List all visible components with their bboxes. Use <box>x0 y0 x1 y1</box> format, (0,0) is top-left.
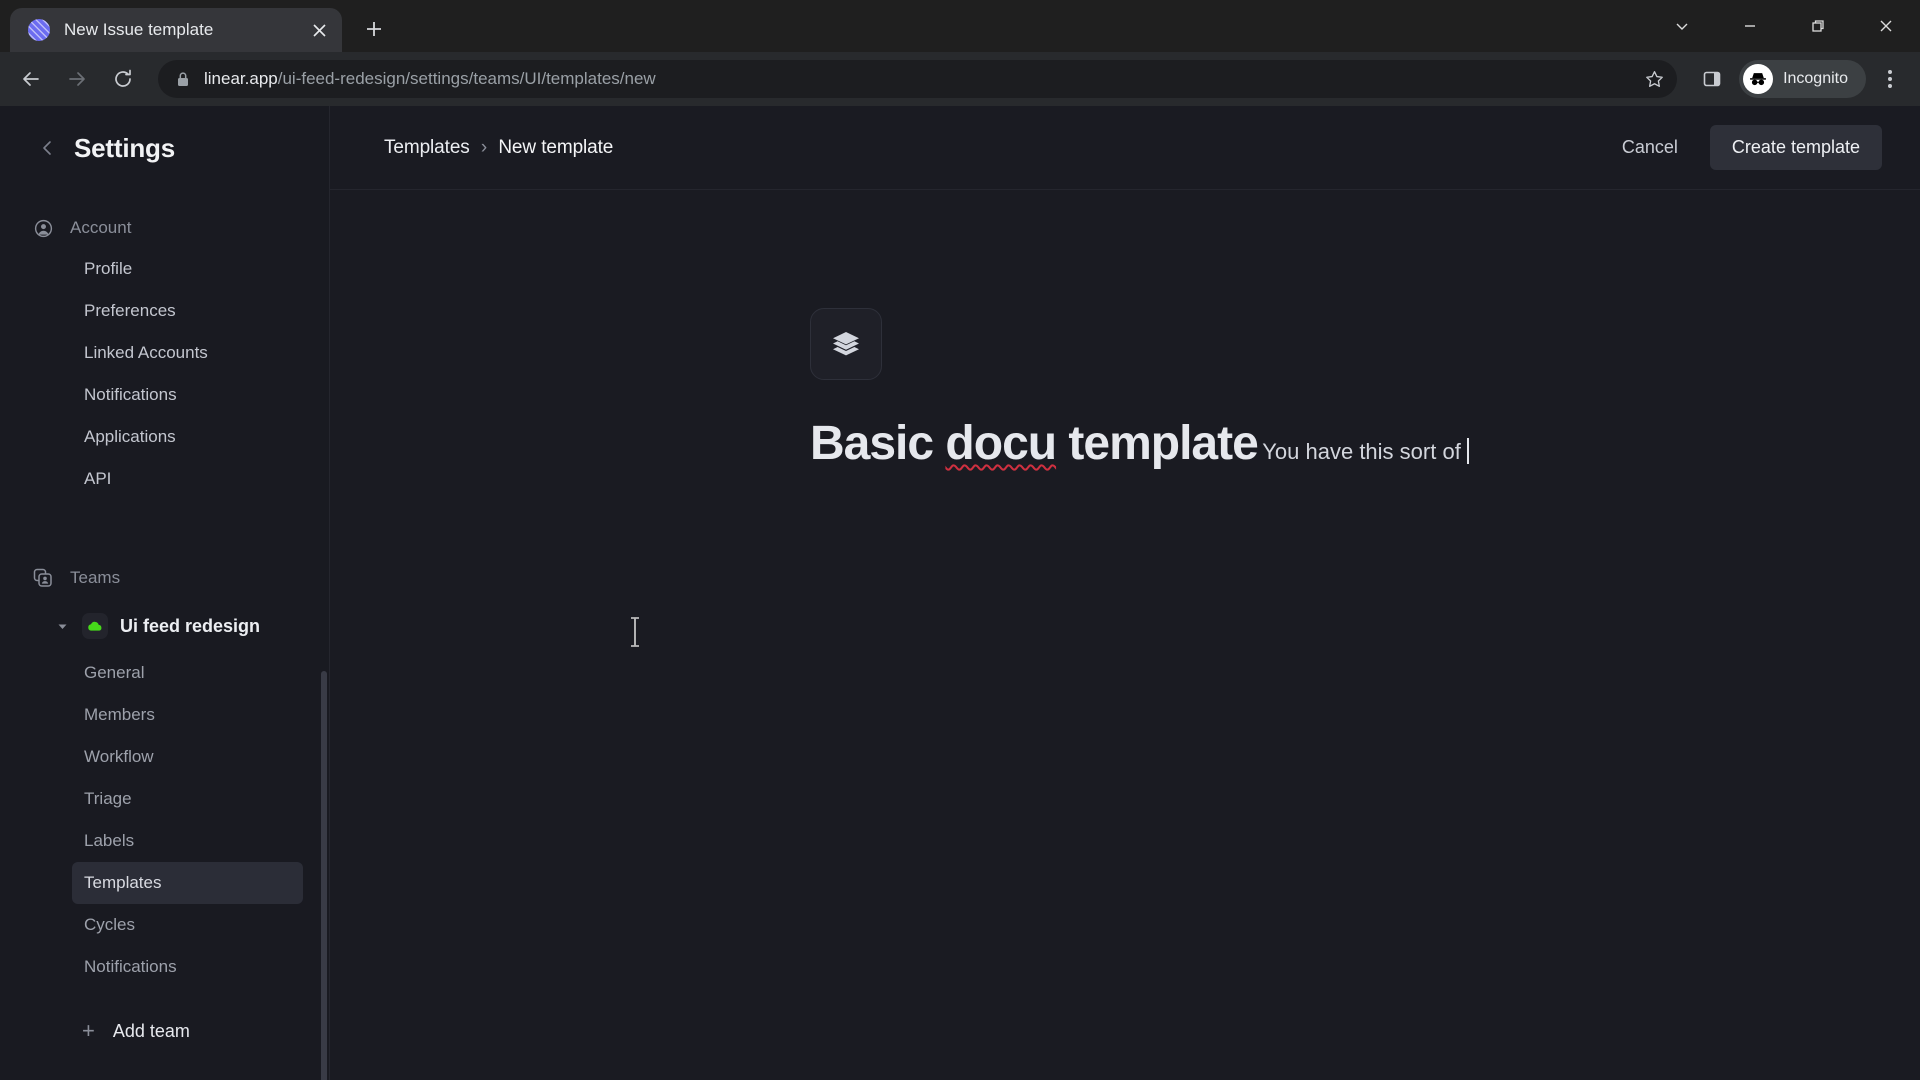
browser-tab[interactable]: New Issue template <box>10 8 342 52</box>
reload-icon[interactable] <box>102 58 144 100</box>
settings-sidebar: Settings Account Profile Preferences Lin… <box>0 106 330 1080</box>
add-team-label: Add team <box>112 1020 190 1041</box>
sidebar-item-workflow[interactable]: Workflow <box>72 736 303 778</box>
description-text: You have this sort of <box>1262 439 1467 464</box>
sidebar-scroll-area: Account Profile Preferences Linked Accou… <box>0 190 329 1050</box>
window-controls <box>1648 0 1920 52</box>
close-icon[interactable] <box>1852 0 1920 52</box>
title-misspelled-word: docu <box>945 417 1057 470</box>
mouse-cursor-ibeam <box>629 617 641 647</box>
teams-icon <box>32 567 54 589</box>
template-title-input[interactable]: Basic docu template <box>810 417 1259 471</box>
lock-icon <box>176 71 192 87</box>
title-part-after: template <box>1056 417 1258 470</box>
layers-stack-icon[interactable] <box>810 308 882 380</box>
sidebar-item-applications[interactable]: Applications <box>72 416 303 458</box>
breadcrumb-separator: › <box>480 136 488 158</box>
green-cloud-icon <box>82 613 108 639</box>
app-body: Settings Account Profile Preferences Lin… <box>0 106 1920 1080</box>
add-team-button[interactable]: + Add team <box>72 1012 303 1050</box>
sidebar-item-labels[interactable]: Labels <box>72 820 303 862</box>
side-panel-icon[interactable] <box>1691 58 1733 100</box>
sidebar-item-triage[interactable]: Triage <box>72 778 303 820</box>
sidebar-group-account: Account <box>0 208 329 248</box>
incognito-icon <box>1743 64 1774 94</box>
sidebar-item-cycles[interactable]: Cycles <box>72 904 303 946</box>
sidebar-scrollbar[interactable] <box>321 671 327 1080</box>
sidebar-group-label: Teams <box>70 568 121 587</box>
sidebar-item-linked-accounts[interactable]: Linked Accounts <box>72 332 303 374</box>
breadcrumb: Templates › New template <box>384 137 613 159</box>
template-editor: Basic docu template You have this sort o… <box>330 190 1920 513</box>
create-template-button[interactable]: Create template <box>1709 125 1882 170</box>
plus-icon: + <box>82 1018 95 1043</box>
sidebar-item-api[interactable]: API <box>72 458 303 500</box>
sidebar-group-teams: Teams <box>0 558 329 598</box>
maximize-icon[interactable] <box>1784 0 1852 52</box>
sidebar-team-ui-feed-redesign[interactable]: Ui feed redesign <box>46 606 303 646</box>
caret-down-icon[interactable] <box>54 621 70 632</box>
incognito-label: Incognito <box>1783 70 1848 87</box>
incognito-profile-button[interactable]: Incognito <box>1739 60 1866 98</box>
breadcrumb-templates[interactable]: Templates <box>384 137 470 158</box>
user-circle-icon <box>32 217 54 239</box>
sidebar-header: Settings <box>0 106 329 190</box>
browser-toolbar: linear.app/ui-feed-redesign/settings/tea… <box>0 52 1920 106</box>
template-description-input[interactable]: You have this sort of <box>1262 435 1469 468</box>
minimize-icon[interactable] <box>1716 0 1784 52</box>
new-tab-button[interactable] <box>354 9 394 49</box>
text-caret <box>1466 438 1469 464</box>
chevron-down-icon[interactable] <box>1648 0 1716 52</box>
back-arrow-icon[interactable] <box>10 58 52 100</box>
close-icon[interactable] <box>304 15 334 45</box>
team-name: Ui feed redesign <box>120 615 261 636</box>
forward-arrow-icon[interactable] <box>56 58 98 100</box>
chevron-left-icon[interactable] <box>40 140 56 156</box>
title-part-before: Basic <box>810 417 946 470</box>
cancel-button[interactable]: Cancel <box>1606 127 1694 168</box>
linear-logo-icon <box>28 19 50 41</box>
kebab-menu-icon[interactable] <box>1870 59 1910 99</box>
sidebar-item-general[interactable]: General <box>72 652 303 694</box>
sidebar-item-templates[interactable]: Templates <box>72 862 303 904</box>
sidebar-item-members[interactable]: Members <box>72 694 303 736</box>
content-header: Templates › New template Cancel Create t… <box>330 106 1920 190</box>
url-path: /ui-feed-redesign/settings/teams/UI/temp… <box>277 69 656 88</box>
sidebar-item-notifications-team[interactable]: Notifications <box>72 946 303 988</box>
sidebar-item-notifications[interactable]: Notifications <box>72 374 303 416</box>
page-title: Settings <box>74 132 175 163</box>
browser-window: New Issue template linear.app/ui-feed-re… <box>0 0 1920 1080</box>
tab-strip: New Issue template <box>0 0 1920 52</box>
sidebar-item-preferences[interactable]: Preferences <box>72 290 303 332</box>
tab-title: New Issue template <box>64 20 214 39</box>
sidebar-group-label: Account <box>70 218 132 237</box>
star-icon[interactable] <box>1637 62 1671 96</box>
main-content: Templates › New template Cancel Create t… <box>330 106 1920 1080</box>
sidebar-item-profile[interactable]: Profile <box>72 248 303 290</box>
url-text: linear.app/ui-feed-redesign/settings/tea… <box>204 69 1625 89</box>
address-bar[interactable]: linear.app/ui-feed-redesign/settings/tea… <box>158 60 1678 98</box>
url-domain: linear.app <box>204 69 278 88</box>
breadcrumb-current: New template <box>498 136 614 158</box>
